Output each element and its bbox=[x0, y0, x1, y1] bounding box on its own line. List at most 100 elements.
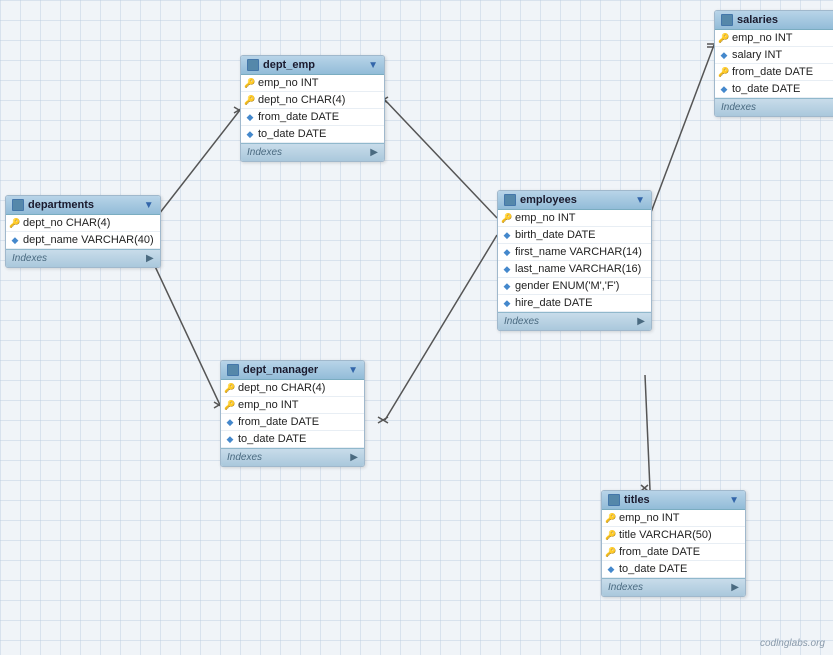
field-row: ◆ from_date DATE bbox=[221, 414, 364, 431]
field-name: dept_no CHAR(4) bbox=[258, 94, 345, 106]
field-name: gender ENUM('M','F') bbox=[515, 280, 619, 292]
primary-key-icon: 🔑 bbox=[606, 530, 616, 540]
table-departments-name: departments bbox=[28, 199, 140, 211]
field-row: ◆ to_date DATE bbox=[602, 561, 745, 578]
indexes-label: Indexes bbox=[12, 253, 47, 264]
field-icon: ◆ bbox=[502, 281, 512, 291]
primary-key-icon: 🔑 bbox=[245, 78, 255, 88]
table-dept-emp-header[interactable]: dept_emp ▼ bbox=[241, 56, 384, 75]
indexes-expand-icon[interactable]: ▶ bbox=[731, 582, 739, 593]
field-row: ◆ to_date DATE bbox=[221, 431, 364, 448]
field-name: title VARCHAR(50) bbox=[619, 529, 712, 541]
field-icon: ◆ bbox=[719, 50, 729, 60]
field-row: 🔑 dept_no CHAR(4) bbox=[6, 215, 160, 232]
field-row: ◆ last_name VARCHAR(16) bbox=[498, 261, 651, 278]
table-icon bbox=[247, 59, 259, 71]
field-icon: ◆ bbox=[502, 247, 512, 257]
field-name: emp_no INT bbox=[619, 512, 680, 524]
indexes-label: Indexes bbox=[504, 316, 539, 327]
field-row: ◆ hire_date DATE bbox=[498, 295, 651, 312]
dropdown-icon[interactable]: ▼ bbox=[729, 495, 739, 506]
field-name: dept_no CHAR(4) bbox=[23, 217, 110, 229]
table-departments-header[interactable]: departments ▼ bbox=[6, 196, 160, 215]
table-dept-manager-header[interactable]: dept_manager ▼ bbox=[221, 361, 364, 380]
indexes-label: Indexes bbox=[247, 147, 282, 158]
dropdown-icon[interactable]: ▼ bbox=[635, 195, 645, 206]
table-salaries-name: salaries bbox=[737, 14, 833, 26]
table-icon bbox=[12, 199, 24, 211]
indexes-expand-icon[interactable]: ▶ bbox=[637, 316, 645, 327]
field-icon: ◆ bbox=[606, 564, 616, 574]
field-icon: ◆ bbox=[719, 84, 729, 94]
primary-key-icon: 🔑 bbox=[719, 33, 729, 43]
field-row: 🔑 title VARCHAR(50) bbox=[602, 527, 745, 544]
field-name: first_name VARCHAR(14) bbox=[515, 246, 642, 258]
field-icon: ◆ bbox=[502, 230, 512, 240]
field-name: last_name VARCHAR(16) bbox=[515, 263, 641, 275]
table-departments: departments ▼ 🔑 dept_no CHAR(4) ◆ dept_n… bbox=[5, 195, 161, 268]
primary-key-icon: 🔑 bbox=[606, 513, 616, 523]
indexes-expand-icon[interactable]: ▶ bbox=[350, 452, 358, 463]
table-dept-emp-name: dept_emp bbox=[263, 59, 364, 71]
field-name: emp_no INT bbox=[258, 77, 319, 89]
field-name: from_date DATE bbox=[238, 416, 319, 428]
field-name: to_date DATE bbox=[619, 563, 687, 575]
field-row: 🔑 emp_no INT bbox=[221, 397, 364, 414]
watermark: codlnglabs.org bbox=[760, 638, 825, 649]
field-icon: ◆ bbox=[502, 298, 512, 308]
table-titles-header[interactable]: titles ▼ bbox=[602, 491, 745, 510]
dropdown-icon[interactable]: ▼ bbox=[368, 60, 378, 71]
field-icon: ◆ bbox=[225, 434, 235, 444]
field-name: salary INT bbox=[732, 49, 782, 61]
field-row: ◆ dept_name VARCHAR(40) bbox=[6, 232, 160, 249]
dropdown-icon[interactable]: ▼ bbox=[144, 200, 154, 211]
field-row: 🔑 from_date DATE bbox=[715, 64, 833, 81]
table-icon bbox=[721, 14, 733, 26]
table-icon bbox=[504, 194, 516, 206]
field-row: ◆ gender ENUM('M','F') bbox=[498, 278, 651, 295]
field-row: 🔑 dept_no CHAR(4) bbox=[241, 92, 384, 109]
field-name: from_date DATE bbox=[732, 66, 813, 78]
field-icon: ◆ bbox=[245, 129, 255, 139]
field-row: 🔑 emp_no INT bbox=[498, 210, 651, 227]
field-icon: ◆ bbox=[245, 112, 255, 122]
dropdown-icon[interactable]: ▼ bbox=[348, 365, 358, 376]
field-row: 🔑 dept_no CHAR(4) bbox=[221, 380, 364, 397]
table-employees: employees ▼ 🔑 emp_no INT ◆ birth_date DA… bbox=[497, 190, 652, 331]
primary-key-icon: 🔑 bbox=[719, 67, 729, 77]
field-row: ◆ to_date DATE bbox=[715, 81, 833, 98]
table-employees-header[interactable]: employees ▼ bbox=[498, 191, 651, 210]
field-icon: ◆ bbox=[502, 264, 512, 274]
table-salaries-header[interactable]: salaries ▼ bbox=[715, 11, 833, 30]
indexes-label: Indexes bbox=[608, 582, 643, 593]
primary-key-icon: 🔑 bbox=[502, 213, 512, 223]
indexes-bar-employees[interactable]: Indexes ▶ bbox=[498, 312, 651, 330]
table-dept-emp: dept_emp ▼ 🔑 emp_no INT 🔑 dept_no CHAR(4… bbox=[240, 55, 385, 162]
indexes-bar-titles[interactable]: Indexes ▶ bbox=[602, 578, 745, 596]
primary-key-icon: 🔑 bbox=[225, 400, 235, 410]
field-name: to_date DATE bbox=[258, 128, 326, 140]
indexes-expand-icon[interactable]: ▶ bbox=[370, 147, 378, 158]
field-name: dept_name VARCHAR(40) bbox=[23, 234, 154, 246]
table-icon bbox=[227, 364, 239, 376]
indexes-bar-departments[interactable]: Indexes ▶ bbox=[6, 249, 160, 267]
field-icon: ◆ bbox=[10, 235, 20, 245]
field-name: from_date DATE bbox=[258, 111, 339, 123]
indexes-bar-dept-emp[interactable]: Indexes ▶ bbox=[241, 143, 384, 161]
field-row: 🔑 emp_no INT bbox=[715, 30, 833, 47]
field-name: to_date DATE bbox=[238, 433, 306, 445]
table-salaries: salaries ▼ 🔑 emp_no INT ◆ salary INT 🔑 f… bbox=[714, 10, 833, 117]
table-dept-manager-name: dept_manager bbox=[243, 364, 344, 376]
indexes-label: Indexes bbox=[227, 452, 262, 463]
indexes-bar-salaries[interactable]: Indexes ▶ bbox=[715, 98, 833, 116]
field-name: from_date DATE bbox=[619, 546, 700, 558]
field-name: to_date DATE bbox=[732, 83, 800, 95]
field-name: emp_no INT bbox=[732, 32, 793, 44]
indexes-bar-dept-manager[interactable]: Indexes ▶ bbox=[221, 448, 364, 466]
field-icon: ◆ bbox=[225, 417, 235, 427]
primary-key-icon: 🔑 bbox=[606, 547, 616, 557]
indexes-expand-icon[interactable]: ▶ bbox=[146, 253, 154, 264]
table-titles-name: titles bbox=[624, 494, 725, 506]
indexes-label: Indexes bbox=[721, 102, 756, 113]
field-row: 🔑 emp_no INT bbox=[241, 75, 384, 92]
